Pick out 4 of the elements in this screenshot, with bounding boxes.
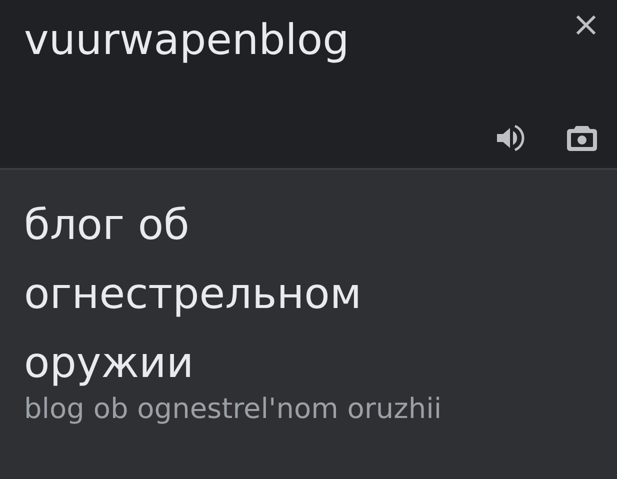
source-text: vuurwapenblog (24, 14, 350, 66)
translation-text: блог об огнестрельном оружии (24, 199, 363, 389)
transliteration-text: blog ob ognestrel'nom oruzhii (24, 391, 443, 427)
speaker-button[interactable] (495, 122, 527, 154)
